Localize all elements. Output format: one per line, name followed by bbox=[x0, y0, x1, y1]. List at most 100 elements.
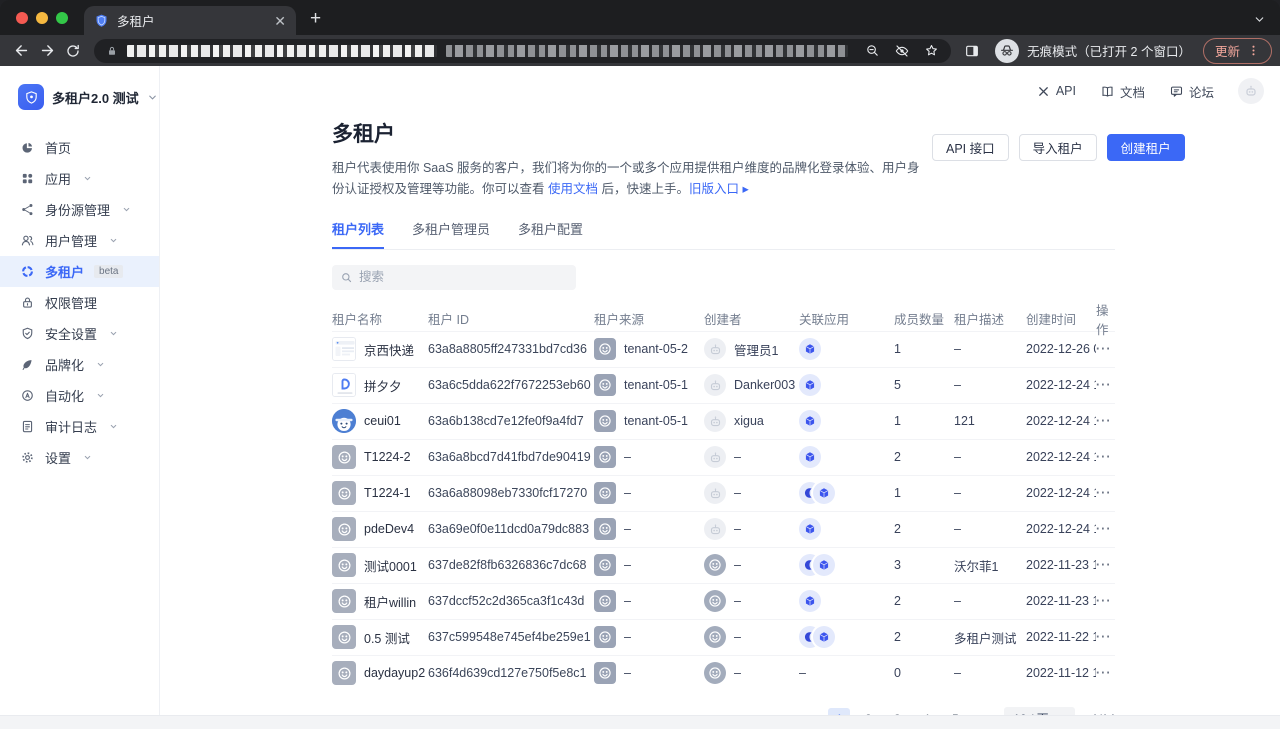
tab-2[interactable]: 多租户配置 bbox=[518, 219, 583, 249]
zoom-out-icon[interactable] bbox=[865, 43, 880, 58]
import-tenant-button[interactable]: 导入租户 bbox=[1019, 134, 1097, 161]
workspace-switcher[interactable]: 多租户2.0 测试 bbox=[0, 84, 159, 110]
url-bar[interactable] bbox=[94, 39, 951, 63]
chevron-down-icon bbox=[109, 329, 118, 338]
linked-app-icon[interactable] bbox=[799, 446, 821, 468]
side-panel-icon[interactable] bbox=[959, 38, 985, 64]
tenant-description: – bbox=[954, 378, 1026, 392]
linked-app-icon[interactable] bbox=[799, 518, 821, 540]
row-actions-button[interactable]: ··· bbox=[1096, 450, 1112, 464]
search-box[interactable] bbox=[332, 265, 576, 290]
page-number-4[interactable]: 4 bbox=[915, 708, 937, 716]
linked-app-icon[interactable] bbox=[813, 626, 835, 648]
eye-hidden-icon[interactable] bbox=[894, 43, 910, 59]
tenant-name: ceui01 bbox=[364, 414, 401, 428]
linked-app-icon[interactable] bbox=[799, 590, 821, 612]
tenant-source: – bbox=[624, 522, 631, 536]
sidebar-item-idp[interactable]: 身份源管理 bbox=[0, 194, 159, 225]
browser-tab[interactable]: 多租户 ✕ bbox=[84, 6, 296, 35]
sidebar-item-home[interactable]: 首页 bbox=[0, 132, 159, 163]
linked-app-icon[interactable] bbox=[799, 410, 821, 432]
search-input[interactable] bbox=[359, 270, 568, 284]
row-actions-button[interactable]: ··· bbox=[1096, 630, 1112, 644]
creator-name: 管理员1 bbox=[734, 340, 778, 359]
api-endpoint-button[interactable]: API 接口 bbox=[932, 134, 1009, 161]
row-actions-button[interactable]: ··· bbox=[1096, 594, 1112, 608]
docs-link[interactable]: 使用文档 bbox=[548, 182, 598, 196]
table-row[interactable]: 测试0001 637de82f8fb6326836c7dc68 – – 3 沃尔… bbox=[332, 547, 1115, 583]
page-number-2[interactable]: 2 bbox=[857, 708, 879, 716]
topbar-link-forum[interactable]: 论坛 bbox=[1169, 82, 1214, 101]
sidebar-item-tenants[interactable]: 多租户 beta bbox=[0, 256, 159, 287]
tab-0[interactable]: 租户列表 bbox=[332, 219, 384, 249]
row-actions-button[interactable]: ··· bbox=[1096, 558, 1112, 572]
table-row[interactable]: 京西快递 63a8a8805ff247331bd7cd36 tenant-05-… bbox=[332, 331, 1115, 367]
table-row[interactable]: ceui01 63a6b138cd7e12fe0f9a4fd7 tenant-0… bbox=[332, 403, 1115, 439]
reload-button[interactable] bbox=[60, 38, 86, 64]
creator-name: – bbox=[734, 450, 741, 464]
desc-line2-pre: 看 bbox=[532, 182, 548, 196]
linked-app-icon[interactable] bbox=[799, 374, 821, 396]
maximize-window-button[interactable] bbox=[56, 12, 68, 24]
table-row[interactable]: 租户willin 637dccf52c2d365ca3f1c43d – – 2 … bbox=[332, 583, 1115, 619]
sidebar-item-permission[interactable]: 权限管理 bbox=[0, 287, 159, 318]
sidebar: 多租户2.0 测试 首页 应用 身份源管理 用户管理 bbox=[0, 66, 160, 715]
user-avatar[interactable] bbox=[1238, 78, 1264, 104]
sidebar-item-automation[interactable]: 自动化 bbox=[0, 380, 159, 411]
sidebar-item-apps[interactable]: 应用 bbox=[0, 163, 159, 194]
linked-apps bbox=[799, 374, 894, 396]
update-browser-button[interactable]: 更新 bbox=[1203, 38, 1272, 64]
automation-icon bbox=[20, 388, 35, 403]
table-row[interactable]: T1224-2 63a6a8bcd7d41fbd7de90419 – – 2 –… bbox=[332, 439, 1115, 475]
sidebar-item-settings[interactable]: 设置 bbox=[0, 442, 159, 473]
back-button[interactable] bbox=[8, 38, 34, 64]
new-tab-button[interactable]: + bbox=[310, 8, 321, 30]
page-number-1[interactable]: 1 bbox=[828, 708, 850, 716]
page-number-3[interactable]: 3 bbox=[886, 708, 908, 716]
create-tenant-button[interactable]: 创建租户 bbox=[1107, 134, 1185, 161]
page-number-5[interactable]: 5 bbox=[944, 708, 966, 716]
tenant-description: – bbox=[954, 486, 1026, 500]
tenant-name: pdeDev4 bbox=[364, 522, 414, 536]
incognito-icon bbox=[995, 39, 1019, 63]
tenant-source-icon bbox=[594, 482, 616, 504]
row-actions-button[interactable]: ··· bbox=[1096, 522, 1112, 536]
member-count: 2 bbox=[894, 594, 954, 608]
linked-app-icon[interactable] bbox=[799, 338, 821, 360]
page-title: 多租户 bbox=[332, 118, 932, 148]
tab-1[interactable]: 多租户管理员 bbox=[412, 219, 490, 249]
sidebar-menu: 首页 应用 身份源管理 用户管理 多租户 beta bbox=[0, 132, 159, 473]
row-actions-button[interactable]: ··· bbox=[1096, 342, 1112, 356]
tab-search-chevron-icon[interactable] bbox=[1253, 13, 1266, 26]
row-actions-button[interactable]: ··· bbox=[1096, 378, 1112, 392]
forward-button[interactable] bbox=[34, 38, 60, 64]
table-row[interactable]: daydayup2 636f4d639cd127e750f5e8c1 – – –… bbox=[332, 655, 1115, 691]
linked-app-icon[interactable] bbox=[813, 482, 835, 504]
table-row[interactable]: T1224-1 63a6a88098eb7330fcf17270 – – 1 –… bbox=[332, 475, 1115, 511]
table-row[interactable]: pdeDev4 63a69e0f0e11dcd0a79dc883 – – 2 –… bbox=[332, 511, 1115, 547]
minimize-window-button[interactable] bbox=[36, 12, 48, 24]
tab-close-icon[interactable]: ✕ bbox=[274, 14, 286, 28]
tenant-source: tenant-05-1 bbox=[624, 378, 688, 392]
tenant-avatar bbox=[332, 409, 356, 433]
sidebar-item-security[interactable]: 安全设置 bbox=[0, 318, 159, 349]
row-actions-button[interactable]: ··· bbox=[1096, 414, 1112, 428]
legacy-entry-link[interactable]: 旧版入口 ▸ bbox=[689, 182, 749, 196]
table-row[interactable]: 0.5 测试 637c599548e745ef4be259e1 – – 2 多租… bbox=[332, 619, 1115, 655]
sidebar-item-audit[interactable]: 审计日志 bbox=[0, 411, 159, 442]
linked-app-icon[interactable] bbox=[813, 554, 835, 576]
row-actions-button[interactable]: ··· bbox=[1096, 666, 1112, 680]
lock-icon bbox=[20, 295, 35, 310]
close-window-button[interactable] bbox=[16, 12, 28, 24]
tenant-source-icon bbox=[594, 338, 616, 360]
topbar-link-docs[interactable]: 文档 bbox=[1100, 82, 1145, 101]
sidebar-item-users[interactable]: 用户管理 bbox=[0, 225, 159, 256]
page-size-select[interactable]: 10 / 页 bbox=[1004, 707, 1074, 716]
table-row[interactable]: 拼夕夕 63a6c5dda622f7672253eb60 tenant-05-1… bbox=[332, 367, 1115, 403]
bookmark-star-icon[interactable] bbox=[924, 43, 939, 58]
sidebar-item-branding[interactable]: 品牌化 bbox=[0, 349, 159, 380]
tenant-source: – bbox=[624, 630, 631, 644]
topbar-link-api[interactable]: API bbox=[1036, 82, 1076, 101]
row-actions-button[interactable]: ··· bbox=[1096, 486, 1112, 500]
window-controls[interactable] bbox=[16, 12, 68, 24]
